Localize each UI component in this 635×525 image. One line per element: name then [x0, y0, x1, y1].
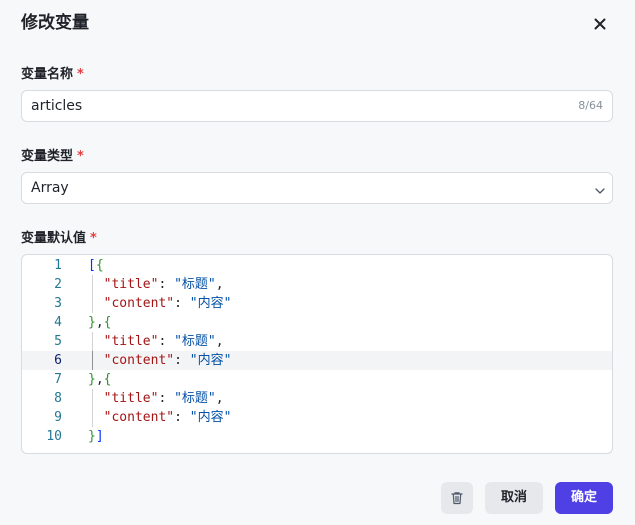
variable-type-label: 变量类型 *: [21, 148, 84, 166]
default-value-label: 变量默认值 *: [21, 230, 97, 248]
code-line[interactable]: 2 "title": "标题",: [22, 275, 612, 294]
edit-variable-dialog: 修改变量 变量名称* 8/64 变量类型* Array 变量默认值* 1[{2 …: [0, 0, 635, 525]
code-text: "content": "内容": [88, 294, 232, 313]
delete-button[interactable]: [441, 482, 473, 514]
code-token: "标题": [174, 334, 216, 349]
required-mark: *: [90, 231, 97, 246]
code-token: }: [88, 315, 96, 330]
line-number: 3: [54, 296, 62, 311]
code-line[interactable]: 10}]: [22, 427, 612, 446]
code-text: "title": "标题",: [88, 389, 224, 408]
code-token: "标题": [174, 277, 216, 292]
code-line[interactable]: 6 "content": "内容": [22, 351, 612, 370]
code-line[interactable]: 9 "content": "内容": [22, 408, 612, 427]
code-text: "content": "内容": [88, 408, 232, 427]
code-token: ]: [95, 429, 104, 444]
code-line[interactable]: 3 "content": "内容": [22, 294, 612, 313]
variable-name-label: 变量名称 *: [21, 66, 84, 84]
code-token: ,: [95, 315, 104, 330]
chevron-down-icon: [594, 182, 606, 194]
code-token: "title": [103, 277, 159, 292]
line-number: 6: [54, 353, 62, 368]
required-mark: *: [77, 149, 84, 164]
code-token: ,: [215, 277, 224, 292]
code-token: "title": [103, 334, 159, 349]
code-token: :: [158, 277, 175, 292]
dialog-title: 修改变量: [21, 13, 89, 33]
character-counter: 8/64: [578, 99, 603, 112]
code-token: :: [158, 391, 175, 406]
trash-icon: [451, 492, 463, 505]
variable-name-field[interactable]: 8/64: [21, 90, 613, 122]
variable-name-label-text: 变量名称: [21, 67, 74, 82]
code-token: ,: [215, 391, 224, 406]
default-value-label-text: 变量默认值: [21, 231, 87, 246]
code-token: :: [174, 353, 190, 368]
code-token: "内容": [189, 296, 232, 311]
code-line[interactable]: 5 "title": "标题",: [22, 332, 612, 351]
code-text: },{: [88, 370, 111, 389]
code-token: "content": [103, 296, 175, 311]
line-number: 7: [54, 372, 62, 387]
code-token: {: [103, 315, 112, 330]
required-mark: *: [77, 67, 84, 82]
variable-type-label-text: 变量类型: [21, 149, 74, 164]
code-text: "title": "标题",: [88, 332, 224, 351]
code-token: :: [174, 296, 190, 311]
code-token: {: [95, 258, 104, 273]
code-text: "title": "标题",: [88, 275, 224, 294]
cancel-button[interactable]: 取消: [485, 482, 543, 514]
code-text: },{: [88, 313, 111, 332]
code-token: "title": [103, 391, 159, 406]
default-value-code-editor[interactable]: 1[{2 "title": "标题", 3 "content": "内容" 4},{…: [21, 254, 613, 454]
close-icon[interactable]: [590, 14, 610, 34]
code-token: "标题": [174, 391, 216, 406]
code-token: "content": [103, 410, 175, 425]
code-line[interactable]: 4},{: [22, 313, 612, 332]
variable-type-value: Array: [31, 180, 69, 196]
code-token: }: [88, 372, 96, 387]
code-token: }: [88, 429, 96, 444]
code-token: {: [103, 372, 112, 387]
variable-type-select[interactable]: Array: [21, 172, 613, 204]
code-token: :: [174, 410, 190, 425]
line-number: 1: [54, 258, 62, 273]
code-line[interactable]: 1 [{: [22, 256, 612, 275]
code-token: :: [158, 334, 175, 349]
code-token: ,: [215, 334, 224, 349]
line-number: 8: [54, 391, 62, 406]
code-line[interactable]: 8 "title": "标题",: [22, 389, 612, 408]
code-text: }]: [88, 427, 104, 446]
code-text: "content": "内容": [88, 351, 232, 370]
line-number: 2: [54, 277, 62, 292]
variable-name-input[interactable]: [22, 91, 562, 121]
code-token: [: [88, 258, 96, 273]
code-token: ,: [95, 372, 104, 387]
code-token: "内容": [189, 353, 232, 368]
code-token: "content": [103, 353, 175, 368]
line-number: 10: [46, 429, 62, 444]
confirm-button[interactable]: 确定: [555, 482, 613, 514]
line-number: 4: [54, 315, 62, 330]
code-text: [{: [88, 256, 104, 275]
code-token: "内容": [189, 410, 232, 425]
line-number: 5: [54, 334, 62, 349]
line-number: 9: [54, 410, 62, 425]
code-line[interactable]: 7},{: [22, 370, 612, 389]
